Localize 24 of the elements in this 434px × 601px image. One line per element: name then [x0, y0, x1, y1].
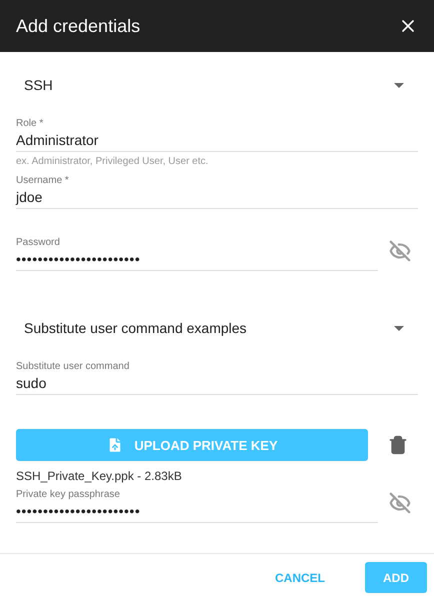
dropdown-select[interactable]: SSH — [16, 66, 418, 104]
dialog-title: Add credentials — [16, 16, 140, 36]
password-field[interactable]: Password ••••••••••••••••••••••• — [16, 237, 378, 271]
eye-off-icon[interactable] — [388, 239, 412, 263]
field-hint: ex. Administrator, Privileged User, User etc. — [16, 156, 210, 167]
text-field[interactable]: Username * jdoe — [16, 175, 418, 209]
text-field[interactable]: Role * Administrator — [16, 118, 418, 152]
masked-value: ••••••••••••••••••••••• — [16, 251, 142, 267]
field-label: Private key passphrase — [16, 489, 121, 500]
masked-value: ••••••••••••••••••••••• — [16, 503, 142, 519]
field-label: Password — [16, 237, 61, 248]
dropdown-caret-icon — [394, 326, 404, 330]
eye-off-icon[interactable] — [388, 491, 412, 515]
field-label: Substitute user command — [16, 361, 130, 372]
dropdown-caret-icon — [394, 82, 404, 88]
password-field[interactable]: Private key passphrase ••••••••••••••••••••••• — [16, 489, 378, 523]
field-value: Administrator — [16, 132, 100, 148]
field-value: jdoe — [16, 189, 44, 205]
file-name: SSH_Private_Key.ppk - 2.83kB — [16, 469, 183, 483]
field-value: sudo — [16, 375, 48, 391]
field-label: Role * — [16, 118, 44, 129]
text-field[interactable]: Substitute user command sudo — [16, 361, 418, 395]
field-label: Username * — [16, 175, 70, 186]
dropdown-select[interactable]: Substitute user command examples — [16, 309, 418, 347]
